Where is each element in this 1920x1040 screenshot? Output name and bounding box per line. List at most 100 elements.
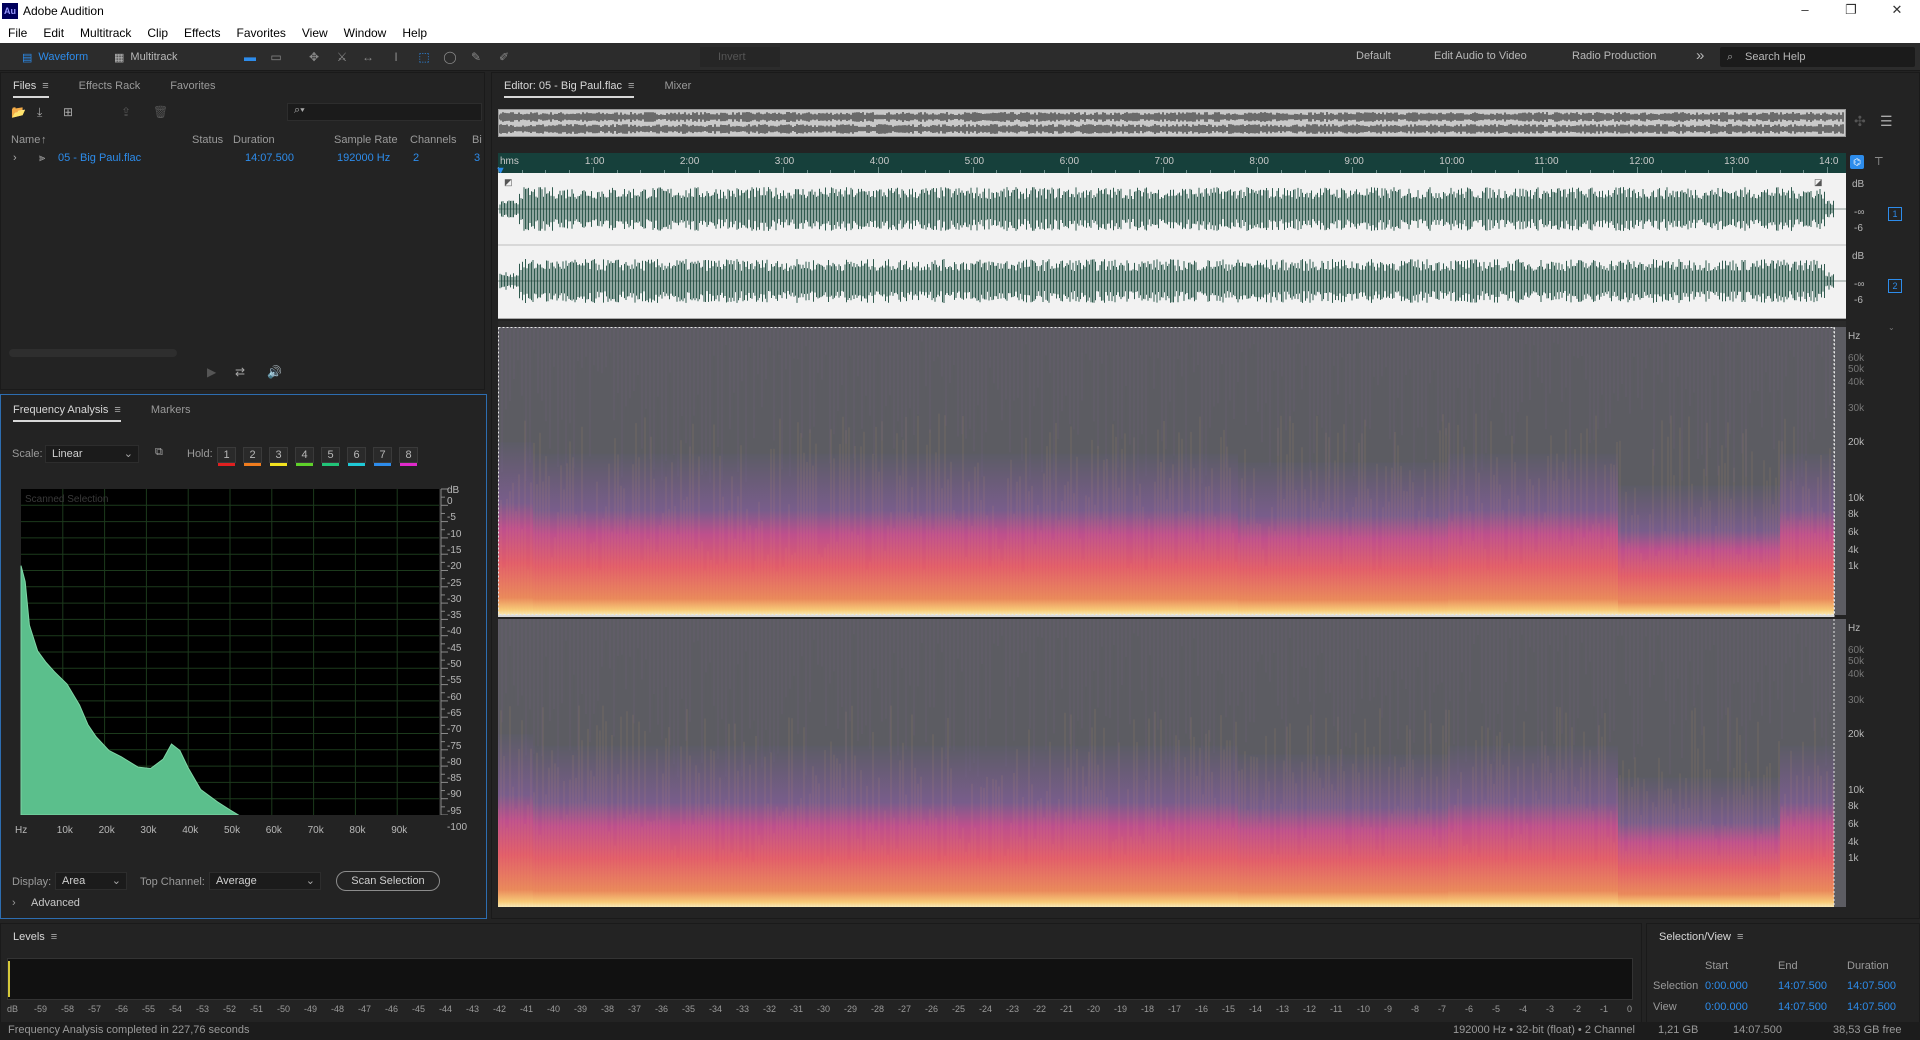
selection-end[interactable]: 14:07.500 <box>1778 980 1827 992</box>
search-help-input[interactable]: ⌕ Search Help <box>1720 47 1915 67</box>
minimize-button[interactable]: – <box>1782 0 1828 22</box>
column-channels[interactable]: Channels <box>410 134 456 146</box>
waveform-mode-button[interactable]: ▤ Waveform <box>16 47 94 67</box>
time-selection-tool-icon[interactable]: I <box>388 49 404 65</box>
hold-button-4[interactable]: 4 <box>295 447 314 466</box>
panel-menu-icon[interactable]: ≡ <box>42 80 48 92</box>
workspace-edit-audio-to-video[interactable]: Edit Audio to Video <box>1434 50 1527 62</box>
scale-select[interactable]: Linear ⌄ <box>45 445 139 463</box>
panel-menu-icon[interactable]: ≡ <box>1737 931 1743 943</box>
show-spectral-icon[interactable]: ▭ <box>268 49 284 65</box>
hold-button-2[interactable]: 2 <box>243 447 262 466</box>
tab-markers[interactable]: Markers <box>151 404 191 416</box>
fade-in-handle-icon[interactable]: ◩ <box>504 177 513 188</box>
view-menu-icon[interactable]: ☰ <box>1880 113 1893 130</box>
tab-editor[interactable]: Editor: 05 - Big Paul.flac ≡ <box>504 80 635 98</box>
hold-button-3[interactable]: 3 <box>269 447 288 466</box>
tab-files[interactable]: Files ≡ <box>13 80 49 98</box>
menu-clip[interactable]: Clip <box>147 26 168 40</box>
channel-1-toggle[interactable]: 1 <box>1888 207 1902 221</box>
new-file-icon[interactable]: ⊞ <box>63 105 73 119</box>
lasso-selection-tool-icon[interactable]: ◯ <box>442 49 458 65</box>
column-status[interactable]: Status <box>192 134 223 146</box>
hold-button-7[interactable]: 7 <box>373 447 392 466</box>
top-channel-select[interactable]: Average ⌄ <box>209 872 321 890</box>
marquee-selection-tool-icon[interactable]: ⬚ <box>416 49 432 65</box>
menu-window[interactable]: Window <box>344 26 387 40</box>
sort-ascending-icon: ↑ <box>41 134 47 146</box>
advanced-chevron-icon[interactable]: › <box>12 897 16 909</box>
file-row[interactable]: › ⫸ 05 - Big Paul.flac 14:07.500 192000 … <box>1 149 486 167</box>
level-tick-label: -7 <box>1438 1004 1447 1014</box>
overview-navigator[interactable] <box>498 109 1846 137</box>
panel-menu-icon[interactable]: ≡ <box>51 931 57 943</box>
insert-into-multitrack-icon[interactable]: ⇪ <box>121 105 131 119</box>
open-file-icon[interactable]: 📂 <box>11 105 26 119</box>
menu-effects[interactable]: Effects <box>184 26 220 40</box>
multitrack-mode-button[interactable]: ▦ Multitrack <box>108 47 183 67</box>
workspace-overflow-button[interactable]: » <box>1696 47 1704 64</box>
snap-icon[interactable]: ⌬ <box>1850 155 1864 169</box>
tab-selection-view[interactable]: Selection/View ≡ <box>1659 931 1743 943</box>
pin-icon[interactable]: ⊤ <box>1874 155 1884 168</box>
workspace-default[interactable]: Default <box>1356 50 1391 62</box>
column-bits[interactable]: Bi <box>472 134 482 146</box>
show-waveform-icon[interactable]: ▬ <box>242 49 258 65</box>
menu-edit[interactable]: Edit <box>43 26 64 40</box>
restore-button[interactable]: ❐ <box>1828 0 1874 22</box>
spot-healing-brush-icon[interactable]: ✐ <box>496 49 512 65</box>
menu-file[interactable]: File <box>8 26 27 40</box>
level-tick-label: -2 <box>1573 1004 1582 1014</box>
selection-start[interactable]: 0:00.000 <box>1705 980 1748 992</box>
menu-favorites[interactable]: Favorites <box>237 26 286 40</box>
hold-button-1[interactable]: 1 <box>217 447 236 466</box>
invert-button[interactable]: Invert <box>700 47 780 67</box>
view-end[interactable]: 14:07.500 <box>1778 1001 1827 1013</box>
files-horizontal-scrollbar[interactable] <box>9 349 177 357</box>
loop-preview-icon[interactable]: ⇄ <box>235 365 245 379</box>
brush-selection-tool-icon[interactable]: ✎ <box>468 49 484 65</box>
spectral-display[interactable] <box>497 327 1846 907</box>
slip-tool-icon[interactable]: ↔ <box>360 49 376 65</box>
collapse-chevron-icon[interactable]: ⌄ <box>1888 323 1895 332</box>
menu-multitrack[interactable]: Multitrack <box>80 26 131 40</box>
advanced-toggle[interactable]: Advanced <box>31 897 80 909</box>
expand-chevron-icon[interactable]: › <box>13 152 17 164</box>
workspace-radio-production[interactable]: Radio Production <box>1572 50 1656 62</box>
waveform-display[interactable] <box>498 173 1846 319</box>
hold-button-6[interactable]: 6 <box>347 447 366 466</box>
column-name[interactable]: Name <box>11 134 40 146</box>
tab-levels[interactable]: Levels ≡ <box>13 931 57 943</box>
menu-view[interactable]: View <box>302 26 328 40</box>
level-tick-label: -6 <box>1465 1004 1474 1014</box>
razor-tool-icon[interactable]: ⚔ <box>334 49 350 65</box>
scan-selection-button[interactable]: Scan Selection <box>336 871 440 891</box>
zoom-settings-icon[interactable]: ✣ <box>1854 113 1866 130</box>
delete-icon[interactable]: 🗑 <box>153 105 168 119</box>
panel-menu-icon[interactable]: ≡ <box>628 80 634 92</box>
menu-help[interactable]: Help <box>402 26 427 40</box>
selection-duration[interactable]: 14:07.500 <box>1847 980 1896 992</box>
play-preview-icon[interactable]: ▶ <box>207 365 216 379</box>
channel-2-toggle[interactable]: 2 <box>1888 279 1902 293</box>
tab-mixer[interactable]: Mixer <box>664 80 691 92</box>
view-duration[interactable]: 14:07.500 <box>1847 1001 1896 1013</box>
tab-effects-rack[interactable]: Effects Rack <box>79 80 141 92</box>
auto-play-icon[interactable]: 🔊 <box>267 365 282 379</box>
fade-out-handle-icon[interactable]: ◪ <box>1814 177 1823 188</box>
import-file-icon[interactable]: ⤓ <box>37 105 42 120</box>
files-search-input[interactable]: ⌕▾ <box>287 103 482 121</box>
hold-button-5[interactable]: 5 <box>321 447 340 466</box>
tab-frequency-analysis[interactable]: Frequency Analysis ≡ <box>13 404 121 422</box>
display-select[interactable]: Area ⌄ <box>55 872 127 890</box>
close-button[interactable]: ✕ <box>1874 0 1920 22</box>
panel-menu-icon[interactable]: ≡ <box>114 404 120 416</box>
column-sample-rate[interactable]: Sample Rate <box>334 134 398 146</box>
view-start[interactable]: 0:00.000 <box>1705 1001 1748 1013</box>
hold-button-8[interactable]: 8 <box>399 447 418 466</box>
timeline-ruler[interactable]: hms 1:00 2:00 3:00 4:00 5:00 6:00 7:00 8:00 9:00 1… <box>498 153 1846 173</box>
copy-to-clipboard-icon[interactable]: ⧉ <box>155 446 163 459</box>
column-duration[interactable]: Duration <box>233 134 275 146</box>
move-tool-icon[interactable]: ✥ <box>306 49 322 65</box>
tab-favorites[interactable]: Favorites <box>170 80 215 92</box>
